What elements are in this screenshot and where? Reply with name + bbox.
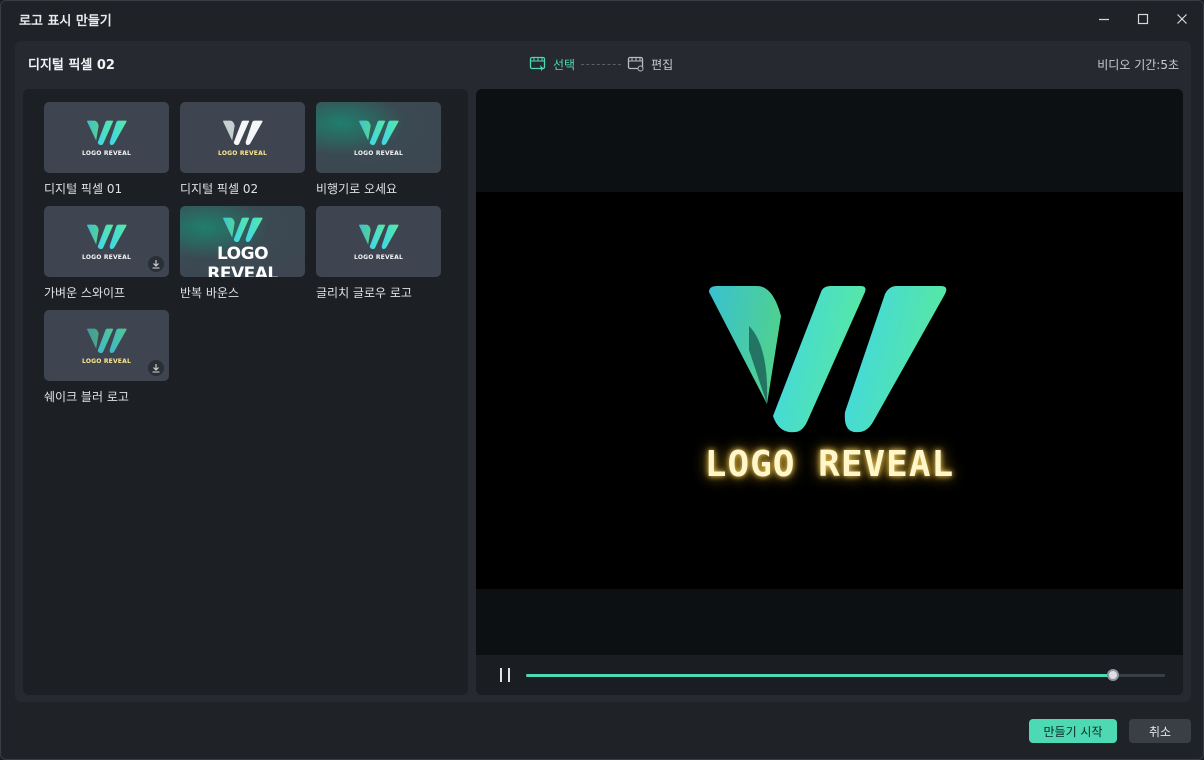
logo-icon [86, 224, 127, 249]
logo-icon [222, 217, 263, 243]
step-select[interactable]: 선택 [529, 56, 575, 73]
preset-tile[interactable]: LOGO REVEAL 디지털 픽셀 02 [180, 102, 305, 206]
minimize-icon [1099, 18, 1109, 21]
cancel-button[interactable]: 취소 [1129, 719, 1191, 743]
logo-icon [86, 120, 127, 145]
preset-name: 반복 바운스 [180, 286, 240, 300]
preview-stage: LOGO REVEAL [476, 192, 1183, 589]
preset-tile[interactable]: LOGO REVEAL 가벼운 스와이프 [44, 206, 169, 310]
create-button[interactable]: 만들기 시작 [1029, 719, 1117, 743]
thumb-text: LOGO REVEAL [354, 253, 403, 261]
preset-tile[interactable]: LOGO REVEAL 글리치 글로우 로고 [316, 206, 441, 310]
window-title: 로고 표시 만들기 [19, 14, 112, 29]
select-film-icon [529, 56, 546, 72]
step-indicator: 선택 편집 [529, 54, 673, 74]
step-edit-label: 편집 [651, 57, 674, 72]
logo-icon [86, 328, 127, 353]
maximize-icon [1137, 13, 1149, 25]
logo-icon [358, 120, 399, 145]
preset-thumbnail: LOGO REVEAL [316, 206, 441, 277]
step-edit[interactable]: 편집 [627, 56, 673, 73]
preset-tile[interactable]: LOGO REVEAL 쉐이크 블러 로고 [44, 310, 169, 414]
download-icon [152, 364, 160, 373]
minimize-button[interactable] [1091, 7, 1117, 31]
step-select-label: 선택 [553, 57, 576, 72]
download-button[interactable] [148, 256, 164, 272]
thumb-text: LOGO REVEAL [82, 357, 131, 365]
preset-name: 디지털 픽셀 01 [44, 182, 123, 196]
video-duration: 비디오 기간:5초 [1097, 58, 1179, 72]
progress-handle[interactable] [1107, 669, 1120, 681]
pause-icon [500, 668, 502, 682]
thumb-text: LOGO REVEAL [354, 149, 403, 157]
logo-icon [709, 286, 947, 433]
step-connector [581, 63, 622, 65]
thumb-text: LOGO REVEAL [207, 244, 278, 277]
logo-icon [222, 120, 263, 145]
edit-film-icon [627, 56, 644, 72]
preset-name: 비행기로 오세요 [316, 182, 398, 196]
preview-pane: LOGO REVEAL [476, 89, 1183, 695]
close-icon [1177, 14, 1187, 24]
preset-tile[interactable]: LOGO REVEAL 비행기로 오세요 [316, 102, 441, 206]
progress-slider[interactable] [526, 669, 1165, 681]
preset-name: 쉐이크 블러 로고 [44, 390, 129, 404]
close-button[interactable] [1169, 7, 1195, 31]
thumb-text: LOGO REVEAL [218, 149, 267, 157]
title-bar: 로고 표시 만들기 [1, 1, 1203, 37]
preset-thumbnail: LOGO REVEAL [44, 310, 169, 381]
thumb-text: LOGO REVEAL [82, 253, 131, 261]
preset-thumbnail: LOGO REVEAL [180, 102, 305, 173]
progress-fill [526, 674, 1114, 677]
preset-list: LOGO REVEAL 디지털 픽셀 01 LOGO REVEAL 디지털 픽셀… [23, 89, 468, 695]
preset-tile[interactable]: LOGO REVEAL 디지털 픽셀 01 [44, 102, 169, 206]
pause-button[interactable] [498, 668, 512, 682]
download-icon [152, 260, 160, 269]
preset-name: 디지털 픽셀 02 [180, 182, 259, 196]
pause-icon [508, 668, 510, 682]
playback-controls [476, 655, 1183, 695]
preset-tile[interactable]: LOGO REVEAL 반복 바운스 [180, 206, 305, 310]
preset-thumbnail: LOGO REVEAL [180, 206, 305, 277]
selected-preset-title: 디지털 픽셀 02 [28, 58, 115, 73]
preset-thumbnail: LOGO REVEAL [44, 206, 169, 277]
preset-name: 글리치 글로우 로고 [316, 286, 412, 300]
thumb-text: LOGO REVEAL [82, 149, 131, 157]
logo-reveal-dialog: 로고 표시 만들기 디지털 픽셀 02 선택 편집 비디오 기간:5초 LOGO… [0, 0, 1204, 760]
preset-name: 가벼운 스와이프 [44, 286, 126, 300]
preset-thumbnail: LOGO REVEAL [316, 102, 441, 173]
maximize-button[interactable] [1130, 7, 1156, 31]
preset-thumbnail: LOGO REVEAL [44, 102, 169, 173]
preview-logo-text: LOGO REVEAL [704, 444, 955, 485]
logo-icon [358, 224, 399, 249]
download-button[interactable] [148, 360, 164, 376]
main-panel: 디지털 픽셀 02 선택 편집 비디오 기간:5초 LOGO REVEAL 디지… [15, 41, 1191, 702]
